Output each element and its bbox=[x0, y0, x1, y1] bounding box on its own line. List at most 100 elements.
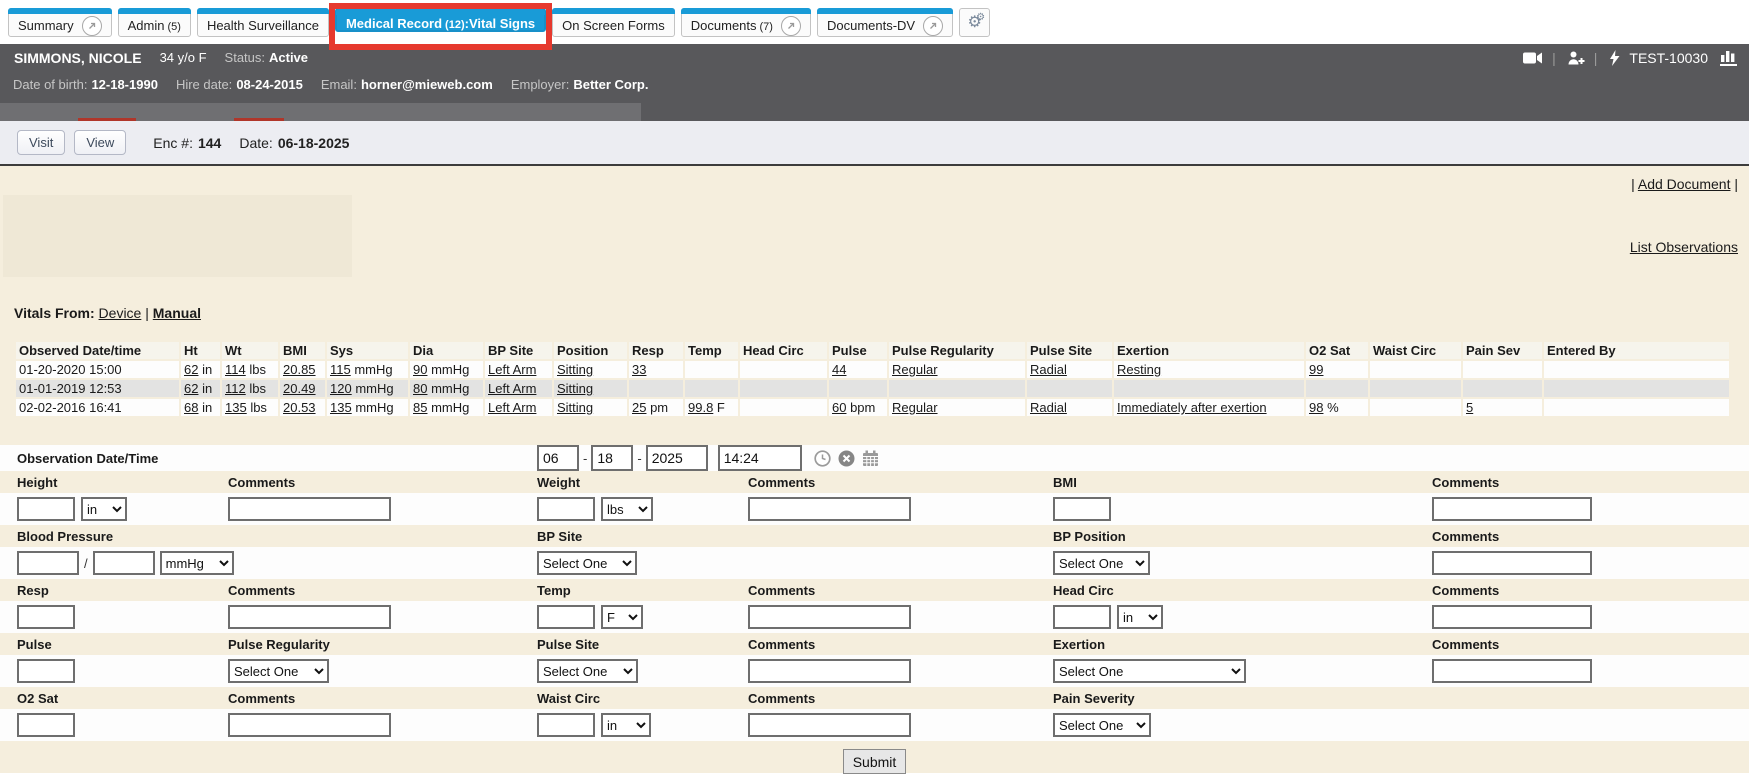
obs-year-input[interactable] bbox=[646, 445, 708, 471]
vitals-value-link[interactable]: 68 bbox=[184, 400, 198, 415]
bp-comments-input[interactable] bbox=[1432, 551, 1592, 575]
device-link[interactable]: Device bbox=[99, 305, 142, 321]
vitals-value-link[interactable]: Left Arm bbox=[488, 381, 536, 396]
vitals-value-link[interactable]: 99 bbox=[1309, 362, 1323, 377]
pulse-regularity-select[interactable]: Select One bbox=[228, 659, 329, 683]
tab-documents-dv[interactable]: Documents-DV bbox=[817, 8, 953, 37]
list-observations-link[interactable]: List Observations bbox=[1630, 239, 1738, 255]
vitals-value-link[interactable]: Radial bbox=[1030, 362, 1067, 377]
tab-documents[interactable]: Documents(7) bbox=[681, 8, 811, 37]
submit-button[interactable]: Submit bbox=[843, 749, 907, 774]
external-link-icon[interactable] bbox=[923, 16, 943, 36]
waist-circ-comments-input[interactable] bbox=[748, 713, 911, 737]
tab-medical-record[interactable]: Medical Record(12):Vital Signs bbox=[335, 8, 546, 32]
vitals-value-link[interactable]: 80 bbox=[413, 381, 427, 396]
waist-circ-input[interactable] bbox=[537, 713, 595, 737]
vitals-value-link[interactable]: 20.49 bbox=[283, 381, 316, 396]
obs-day-input[interactable] bbox=[591, 445, 633, 471]
exertion-select[interactable]: Select One bbox=[1053, 659, 1246, 683]
visit-button[interactable]: Visit bbox=[17, 130, 65, 155]
add-document-link[interactable]: Add Document bbox=[1638, 176, 1731, 192]
height-comments-input[interactable] bbox=[228, 497, 391, 521]
obs-time-input[interactable] bbox=[718, 445, 802, 471]
vitals-value-link[interactable]: Sitting bbox=[557, 381, 593, 396]
bp-position-select[interactable]: Select One bbox=[1053, 551, 1150, 575]
vitals-value-link[interactable]: 115 bbox=[330, 362, 351, 377]
video-camera-icon[interactable] bbox=[1523, 51, 1543, 65]
vitals-value-link[interactable]: 98 bbox=[1309, 400, 1323, 415]
clear-date-icon[interactable] bbox=[838, 450, 855, 467]
vitals-value-link[interactable]: 44 bbox=[832, 362, 846, 377]
vitals-value-link[interactable]: 85 bbox=[413, 400, 427, 415]
vitals-cell bbox=[1544, 380, 1729, 397]
vitals-value-link[interactable]: 135 bbox=[225, 400, 247, 415]
vitals-cell bbox=[1306, 380, 1368, 397]
head-circ-comments-input[interactable] bbox=[1432, 605, 1592, 629]
vitals-value-link[interactable]: Regular bbox=[892, 362, 938, 377]
lightning-bolt-icon[interactable] bbox=[1609, 50, 1620, 66]
vitals-value-link[interactable]: 25 bbox=[632, 400, 646, 415]
vitals-value-link[interactable]: Left Arm bbox=[488, 362, 536, 377]
vitals-value-link[interactable]: Resting bbox=[1117, 362, 1161, 377]
bmi-input[interactable] bbox=[1053, 497, 1111, 521]
bp-diastolic-input[interactable] bbox=[93, 551, 155, 575]
calendar-icon[interactable] bbox=[862, 450, 879, 467]
vitals-value-link[interactable]: 20.53 bbox=[283, 400, 316, 415]
head-circ-unit-select[interactable]: in bbox=[1117, 605, 1163, 629]
external-link-icon[interactable] bbox=[781, 16, 801, 36]
tab-health-surveillance[interactable]: Health Surveillance bbox=[197, 8, 329, 37]
vitals-value-link[interactable]: Sitting bbox=[557, 362, 593, 377]
bmi-comments-input[interactable] bbox=[1432, 497, 1592, 521]
resp-comments-input[interactable] bbox=[228, 605, 391, 629]
height-unit-select[interactable]: in bbox=[81, 497, 127, 521]
weight-comments-input[interactable] bbox=[748, 497, 911, 521]
external-link-icon[interactable] bbox=[82, 16, 102, 36]
pulse-input[interactable] bbox=[17, 659, 75, 683]
pain-severity-select[interactable]: Select One bbox=[1053, 713, 1151, 737]
weight-unit-select[interactable]: lbs bbox=[601, 497, 653, 521]
bp-site-select[interactable]: Select One bbox=[537, 551, 637, 575]
vitals-value-link[interactable]: 120 bbox=[330, 381, 352, 396]
head-circ-input[interactable] bbox=[1053, 605, 1111, 629]
settings-gears-button[interactable]: ⚙ ⚙ bbox=[959, 8, 990, 37]
weight-input[interactable] bbox=[537, 497, 595, 521]
vitals-value-link[interactable]: 90 bbox=[413, 362, 427, 377]
height-input[interactable] bbox=[17, 497, 75, 521]
vitals-value-link[interactable]: 62 bbox=[184, 381, 198, 396]
vitals-value-link[interactable]: 5 bbox=[1466, 400, 1473, 415]
vitals-value-link[interactable]: 135 bbox=[330, 400, 352, 415]
obs-month-input[interactable] bbox=[537, 445, 579, 471]
vitals-value-link[interactable]: Regular bbox=[892, 400, 938, 415]
vitals-value-link[interactable]: 99.8 bbox=[688, 400, 713, 415]
exertion-comments-input[interactable] bbox=[1432, 659, 1592, 683]
waist-circ-unit-select[interactable]: in bbox=[601, 713, 651, 737]
temp-comments-input[interactable] bbox=[748, 605, 911, 629]
temp-input[interactable] bbox=[537, 605, 595, 629]
bp-systolic-input[interactable] bbox=[17, 551, 79, 575]
vitals-value-link[interactable]: Radial bbox=[1030, 400, 1067, 415]
bp-unit-select[interactable]: mmHg bbox=[160, 551, 234, 575]
add-person-icon[interactable] bbox=[1568, 51, 1585, 65]
vitals-value-link[interactable]: 60 bbox=[832, 400, 846, 415]
view-button[interactable]: View bbox=[74, 130, 126, 155]
vitals-value-link[interactable]: Left Arm bbox=[488, 400, 536, 415]
vitals-value-link[interactable]: Immediately after exertion bbox=[1117, 400, 1267, 415]
vitals-value-link[interactable]: 33 bbox=[632, 362, 646, 377]
pulse-comments-input[interactable] bbox=[748, 659, 911, 683]
vitals-value-link[interactable]: Sitting bbox=[557, 400, 593, 415]
vitals-value-link[interactable]: 20.85 bbox=[283, 362, 316, 377]
clock-icon[interactable] bbox=[814, 450, 831, 467]
vitals-value-link[interactable]: 112 bbox=[225, 381, 246, 396]
resp-input[interactable] bbox=[17, 605, 75, 629]
bar-chart-icon[interactable] bbox=[1720, 50, 1737, 66]
o2-sat-input[interactable] bbox=[17, 713, 75, 737]
vitals-value-link[interactable]: 62 bbox=[184, 362, 198, 377]
pulse-site-select[interactable]: Select One bbox=[537, 659, 638, 683]
manual-link[interactable]: Manual bbox=[153, 305, 201, 321]
tab-summary[interactable]: Summary bbox=[8, 8, 112, 37]
vitals-value-link[interactable]: 114 bbox=[225, 362, 246, 377]
temp-unit-select[interactable]: F bbox=[601, 605, 643, 629]
o2-sat-comments-input[interactable] bbox=[228, 713, 391, 737]
tab-on-screen-forms[interactable]: On Screen Forms bbox=[552, 8, 675, 37]
tab-admin[interactable]: Admin(5) bbox=[118, 8, 191, 37]
